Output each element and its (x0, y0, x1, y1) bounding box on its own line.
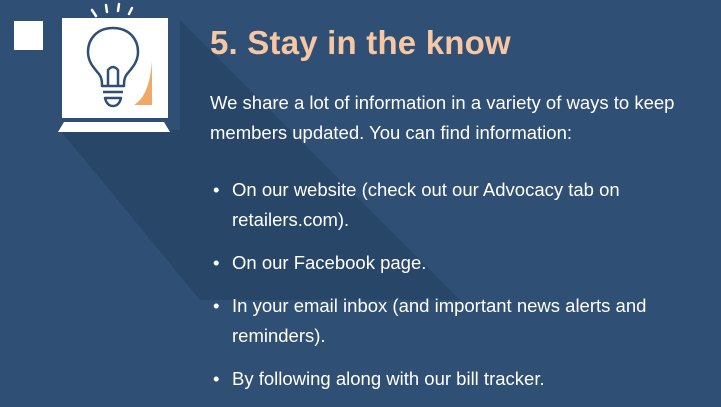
list-item-text: On our website (check out our Advocacy t… (232, 179, 620, 230)
list-item-text: In your email inbox (and important news … (232, 295, 647, 346)
list-item: • In your email inbox (and important news… (210, 291, 710, 351)
info-list: • On our website (check out our Advocacy … (210, 175, 710, 407)
bullet-icon: • (213, 295, 220, 316)
bullet-icon: • (213, 179, 220, 200)
list-item-text: By following along with our bill tracker… (232, 368, 545, 389)
bullet-icon: • (213, 368, 220, 389)
square-marker-icon (14, 21, 43, 50)
bullet-icon: • (213, 252, 220, 273)
list-item-text: On our Facebook page. (232, 252, 427, 273)
intro-paragraph: We share a lot of information in a varie… (210, 92, 675, 143)
list-item: • On our Facebook page. (210, 248, 710, 278)
lightbulb-monitor-icon (52, 0, 182, 140)
section-heading: 5. Stay in the know (210, 24, 511, 61)
list-item: • By following along with our bill tracke… (210, 364, 710, 394)
list-item: • On our website (check out our Advocacy … (210, 175, 710, 235)
